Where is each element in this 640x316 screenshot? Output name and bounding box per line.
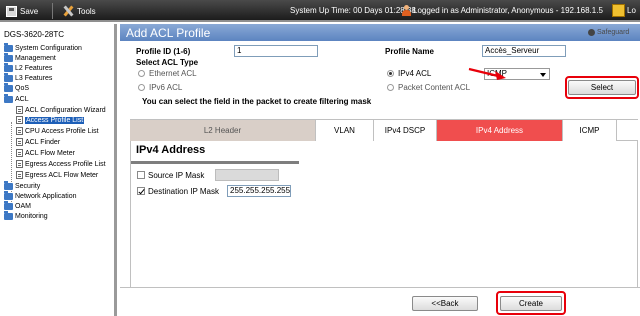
page-icon <box>16 116 23 124</box>
page-icon <box>16 106 23 114</box>
folder-icon <box>4 72 13 82</box>
back-button[interactable]: <<Back <box>412 296 478 311</box>
page-icon <box>16 127 23 135</box>
packet-content-acl-radio[interactable] <box>387 84 394 91</box>
save-button[interactable]: Save <box>6 4 38 18</box>
tab-l2-header[interactable]: L2 Header <box>130 120 316 141</box>
source-ip-mask-input[interactable] <box>215 169 279 181</box>
sidebar-tree: DGS-3620-28TC System Configuration Manag… <box>0 24 117 316</box>
sidebar-item-acl-finder[interactable]: ACL Finder <box>16 137 60 147</box>
logout-icon[interactable] <box>612 4 625 17</box>
tab-ipv4-dscp[interactable]: IPv4 DSCP <box>374 120 437 141</box>
page-icon <box>16 160 23 168</box>
system-uptime: System Up Time: 00 Days 01:28:38 <box>290 6 416 15</box>
folder-icon <box>4 62 13 72</box>
toolbar-divider <box>52 3 53 19</box>
page-title: Add ACL Profile <box>126 26 211 40</box>
sidebar-item-egress-acl-flow-meter[interactable]: Egress ACL Flow Meter <box>16 170 98 180</box>
sidebar-item-l3-features[interactable]: L3 Features <box>4 72 52 83</box>
tab-ipv4-address[interactable]: IPv4 Address <box>437 120 563 141</box>
ipv6-acl-radio[interactable] <box>138 84 145 91</box>
tools-icon <box>62 5 74 17</box>
device-name[interactable]: DGS-3620-28TC <box>4 30 64 39</box>
sidebar-item-acl[interactable]: ACL <box>4 93 29 104</box>
profile-id-input[interactable]: 1 <box>234 45 318 57</box>
sidebar-item-cpu-access-profile-list[interactable]: CPU Access Profile List <box>16 126 99 136</box>
ethernet-acl-radio[interactable] <box>138 70 145 77</box>
section-title: IPv4 Address <box>136 144 206 156</box>
page-icon <box>16 149 23 157</box>
field-tabs: L2 Header VLAN IPv4 DSCP IPv4 Address IC… <box>130 119 638 141</box>
logged-in-user: Logged in as Administrator, Anonymous - … <box>413 6 603 15</box>
sidebar-item-system-configuration[interactable]: System Configuration <box>4 42 82 53</box>
safeguard-indicator: Safeguard <box>588 29 629 36</box>
chevron-down-icon <box>540 73 546 77</box>
ipv4-acl-label: IPv4 ACL <box>398 69 432 78</box>
sidebar-item-acl-flow-meter[interactable]: ACL Flow Meter <box>16 148 75 158</box>
source-ip-mask-label: Source IP Mask <box>148 171 205 180</box>
destination-ip-mask-checkbox[interactable] <box>137 187 145 195</box>
safeguard-icon <box>588 29 595 36</box>
main-panel: Add ACL Profile Safeguard Profile ID (1-… <box>120 24 640 316</box>
ipv4-acl-radio[interactable] <box>387 70 394 77</box>
save-label: Save <box>20 6 39 16</box>
sidebar-item-access-profile-list[interactable]: Access Profile List <box>16 115 85 125</box>
section-divider <box>131 161 299 164</box>
profile-name-input[interactable]: Accès_Serveur <box>482 45 566 57</box>
sidebar-item-management[interactable]: Management <box>4 52 56 63</box>
folder-icon <box>4 52 13 62</box>
safeguard-label: Safeguard <box>597 29 630 36</box>
acl-type-label: Select ACL Type <box>136 58 199 67</box>
panel-header: Add ACL Profile Safeguard <box>120 24 640 41</box>
hint-text: You can select the field in the packet t… <box>142 97 372 106</box>
sidebar-item-egress-access-profile-list[interactable]: Egress Access Profile List <box>16 159 106 169</box>
tools-button[interactable]: Tools <box>62 4 96 18</box>
user-icon <box>401 5 411 16</box>
logout-button[interactable]: Lo <box>627 6 636 15</box>
form-footer: <<Back Create <box>120 287 640 316</box>
save-icon <box>6 5 17 17</box>
folder-icon <box>4 180 13 190</box>
create-highlight <box>496 291 566 315</box>
folder-icon <box>4 82 13 92</box>
folder-icon <box>4 210 13 220</box>
tab-icmp[interactable]: ICMP <box>563 120 617 141</box>
sidebar-item-oam[interactable]: OAM <box>4 200 31 211</box>
sidebar-item-security[interactable]: Security <box>4 180 40 191</box>
tools-label: Tools <box>77 6 96 16</box>
sidebar-item-network-application[interactable]: Network Application <box>4 190 76 201</box>
sidebar-item-qos[interactable]: QoS <box>4 82 29 93</box>
sidebar-item-monitoring[interactable]: Monitoring <box>4 210 48 221</box>
tab-vlan[interactable]: VLAN <box>316 120 374 141</box>
destination-ip-mask-label: Destination IP Mask <box>148 187 219 196</box>
folder-open-icon <box>4 93 13 103</box>
ipv4-address-section: IPv4 Address Source IP Mask Destination … <box>130 141 638 287</box>
top-toolbar: Save Tools System Up Time: 00 Days 01:28… <box>0 0 640 22</box>
folder-icon <box>4 42 13 52</box>
red-arrow-annotation <box>468 67 506 80</box>
ethernet-acl-label: Ethernet ACL <box>149 69 197 78</box>
packet-content-acl-label: Packet Content ACL <box>398 83 471 92</box>
destination-ip-mask-input[interactable]: 255.255.255.255 <box>227 185 291 197</box>
folder-icon <box>4 200 13 210</box>
page-icon <box>16 171 23 179</box>
source-ip-mask-checkbox[interactable] <box>137 171 145 179</box>
profile-name-label: Profile Name <box>385 47 434 56</box>
select-highlight <box>565 76 639 99</box>
sidebar-item-l2-features[interactable]: L2 Features <box>4 62 52 73</box>
sidebar-item-acl-configuration-wizard[interactable]: ACL Configuration Wizard <box>16 105 106 115</box>
page-icon <box>16 138 23 146</box>
acl-profile-form: Profile ID (1-6) 1 Profile Name Accès_Se… <box>120 41 640 113</box>
folder-icon <box>4 190 13 200</box>
ipv6-acl-label: IPv6 ACL <box>149 83 183 92</box>
profile-id-label: Profile ID (1-6) <box>136 47 191 56</box>
